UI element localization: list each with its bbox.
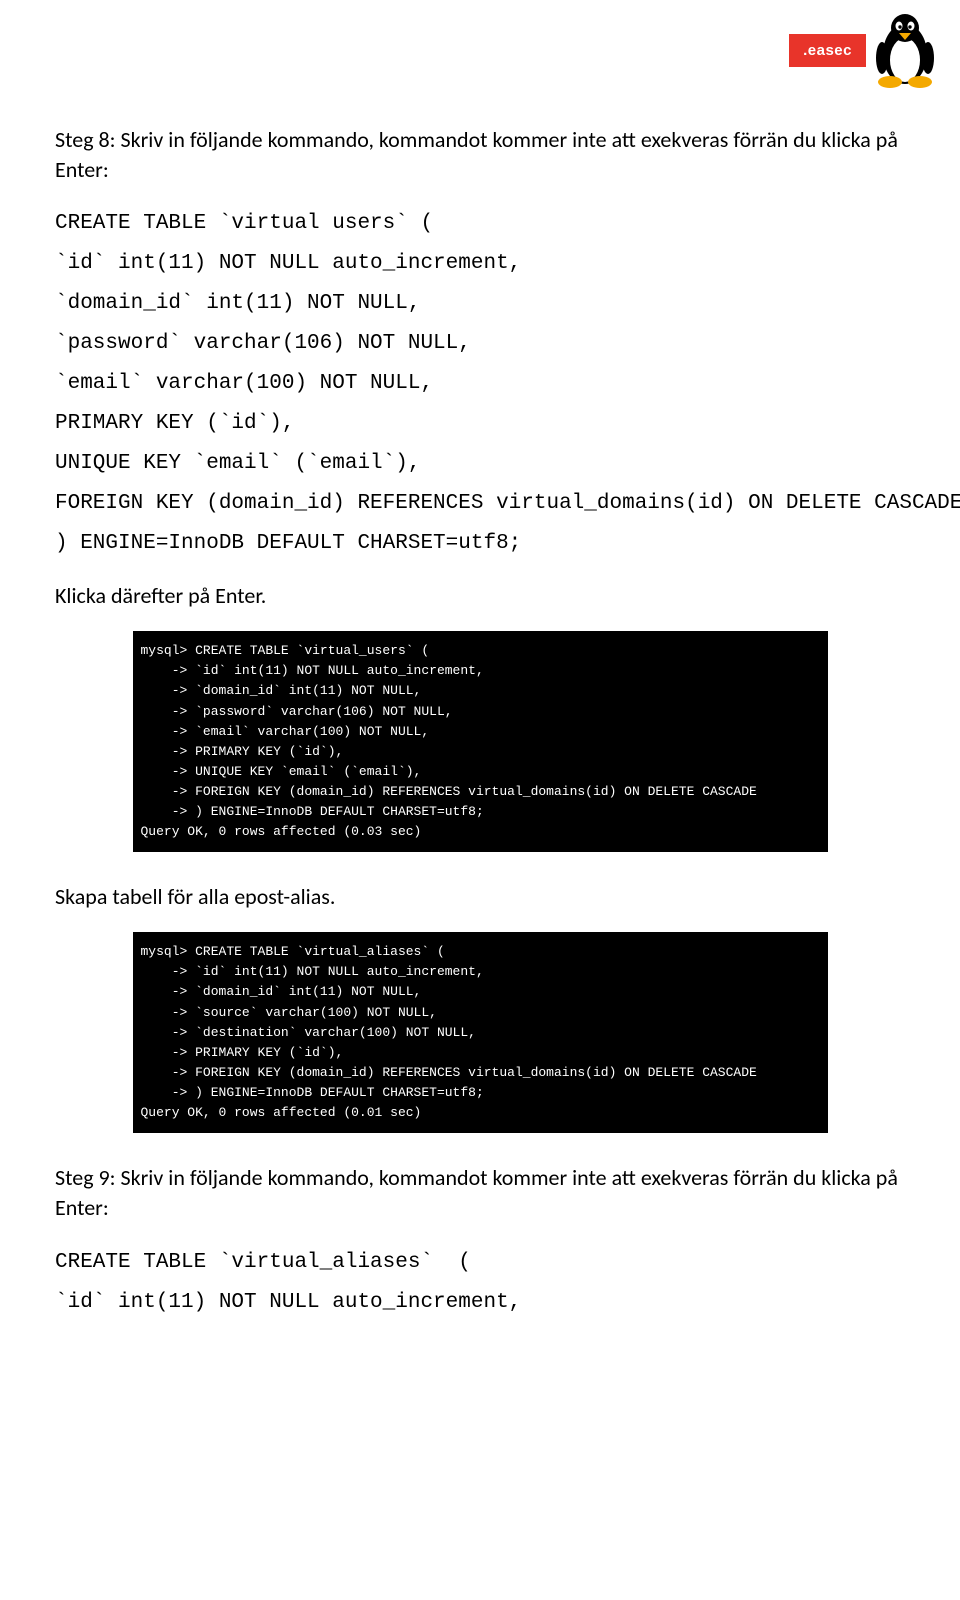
penguin-icon [870, 10, 940, 90]
terminal-output-2: mysql> CREATE TABLE `virtual_aliases` ( … [133, 932, 828, 1133]
terminal-output-1: mysql> CREATE TABLE `virtual_users` ( ->… [133, 631, 828, 852]
step8-title: Steg 8: Skriv in följande kommando, komm… [55, 125, 905, 184]
step8-after: Klicka därefter på Enter. [55, 581, 905, 611]
section2-title: Skapa tabell för alla epost-alias. [55, 882, 905, 912]
step9-title: Steg 9: Skriv in följande kommando, komm… [55, 1163, 905, 1222]
step9-code: CREATE TABLE `virtual_aliases` ( `id` in… [55, 1243, 905, 1323]
header-logo: .easec [789, 10, 940, 90]
step8-code: CREATE TABLE `virtual users` ( `id` int(… [55, 204, 905, 563]
easec-badge: .easec [789, 34, 866, 67]
